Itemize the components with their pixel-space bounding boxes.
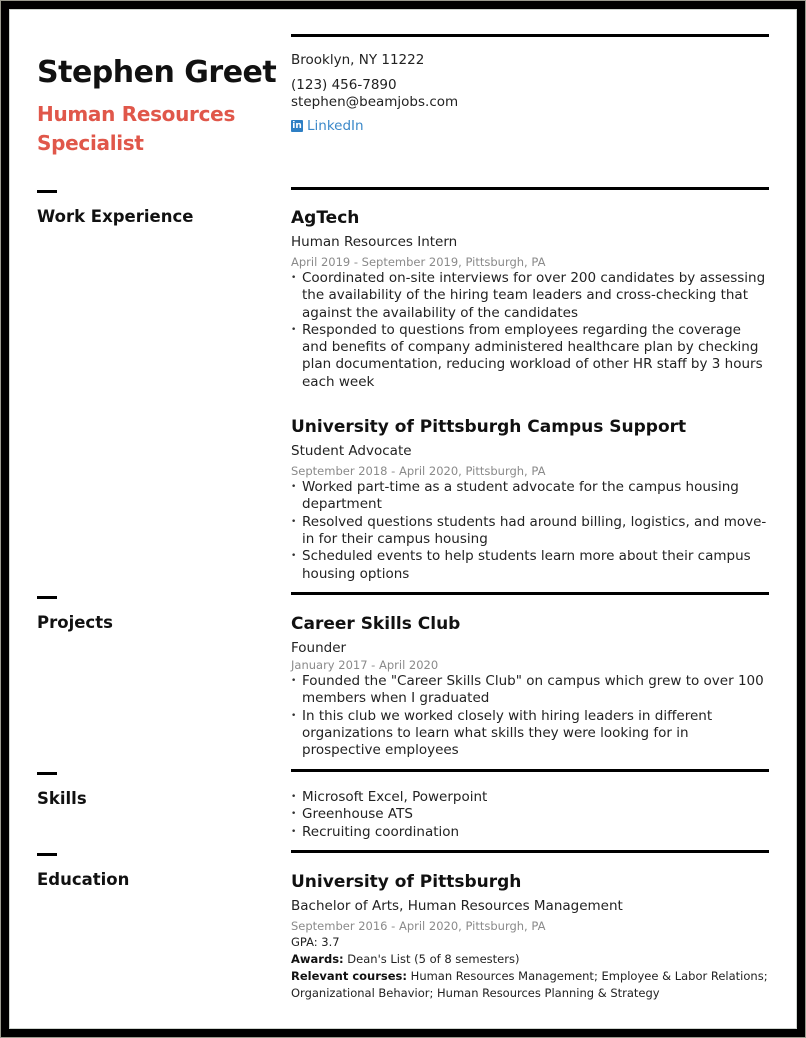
education-dates: September 2016 - April 2020 [291,919,459,933]
work-org: University of Pittsburgh Campus Support [291,417,687,438]
linkedin-label: LinkedIn [307,118,364,134]
gpa: GPA: 3.7 [291,935,340,949]
bullet-item: Scheduled events to help students learn … [291,548,769,583]
bullet-item: Resolved questions students had around b… [291,514,769,549]
address: Brooklyn, NY 11222 [291,52,425,68]
section-label-projects: Projects [37,613,113,632]
projects-section: Career Skills Club Founder January 2017 … [291,592,769,759]
bullet-item: Coordinated on-site interviews for over … [291,270,769,322]
work-dates: September 2018 - April 2020 [291,464,459,479]
skills-list: Microsoft Excel, Powerpoint Greenhouse A… [291,789,769,841]
work-org: AgTech [291,208,360,228]
bullet-item: In this club we worked closely with hiri… [291,708,769,760]
section-divider [291,34,769,37]
education-entry: University of Pittsburgh Bachelor of Art… [291,871,769,1002]
skills-section: Microsoft Excel, Powerpoint Greenhouse A… [291,769,769,841]
job-title-line2: Specialist [37,131,144,155]
work-role: Human Resources Intern [291,234,458,250]
project-entry: Career Skills Club Founder January 2017 … [291,613,769,759]
work-entry: AgTech Human Resources Intern April 2019… [291,207,769,391]
work-bullets: Coordinated on-site interviews for over … [291,270,769,391]
education-section: University of Pittsburgh Bachelor of Art… [291,850,769,1002]
education-location: Pittsburgh, PA [465,919,546,933]
work-entry: University of Pittsburgh Campus Support … [291,416,769,583]
work-location: Pittsburgh, PA [465,464,546,479]
degree: Bachelor of Arts, Human Resources Manage… [291,898,623,914]
skills-section-heading: Skills [37,772,277,809]
work-dates: April 2019 - September 2019 [291,255,459,269]
section-dash [37,190,57,193]
degree-field: Human Resources Management [407,898,623,914]
awards-label: Awards: [291,952,344,966]
candidate-name: Stephen Greet [37,55,277,90]
education-section-heading: Education [37,853,277,890]
section-label-education: Education [37,870,130,889]
work-section: AgTech Human Resources Intern April 2019… [291,187,769,583]
awards: Awards: Dean's List (5 of 8 semesters) [291,951,769,968]
projects-section-heading: Projects [37,596,277,633]
bullet-item: Responded to questions from employees re… [291,322,769,391]
education-meta: September 2016 - April 2020, Pittsburgh,… [291,919,546,933]
section-divider [291,769,769,772]
awards-value: Dean's List (5 of 8 semesters) [347,952,520,966]
section-divider [291,187,769,190]
contact-block: Brooklyn, NY 11222 (123) 456-7890 stephe… [291,34,769,134]
section-divider [291,850,769,853]
section-label-work: Work Experience [37,207,194,226]
degree-type: Bachelor of Arts [291,898,400,914]
phone: (123) 456-7890 [291,77,397,93]
email: stephen@beamjobs.com [291,94,459,110]
section-label-skills: Skills [37,789,87,808]
project-bullets: Founded the "Career Skills Club" on camp… [291,673,769,759]
work-role: Student Advocate [291,443,412,460]
relevant-courses: Relevant courses: Human Resources Manage… [291,968,769,1002]
work-meta: September 2018 - April 2020, Pittsburgh,… [291,464,546,479]
section-dash [37,772,57,775]
skill-item: Recruiting coordination [291,824,769,842]
project-name: Career Skills Club [291,614,461,634]
section-dash [37,596,57,599]
courses-label: Relevant courses: [291,969,408,983]
work-section-heading: Work Experience [37,190,277,227]
work-meta: April 2019 - September 2019, Pittsburgh,… [291,255,546,269]
skill-item: Greenhouse ATS [291,806,769,824]
job-title-line1: Human Resources [37,102,236,126]
project-dates: January 2017 - April 2020 [291,658,439,672]
work-bullets: Worked part-time as a student advocate f… [291,479,769,583]
bullet-item: Founded the "Career Skills Club" on camp… [291,673,769,708]
linkedin-link[interactable]: in LinkedIn [291,118,769,134]
school-name: University of Pittsburgh [291,872,522,892]
work-location: Pittsburgh, PA [465,255,546,269]
header-left: Stephen Greet Human Resources Specialist [37,55,277,158]
linkedin-icon: in [291,120,303,132]
section-dash [37,853,57,856]
project-role: Founder [291,640,347,656]
skill-item: Microsoft Excel, Powerpoint [291,789,769,807]
bullet-item: Worked part-time as a student advocate f… [291,479,769,514]
section-divider [291,592,769,595]
